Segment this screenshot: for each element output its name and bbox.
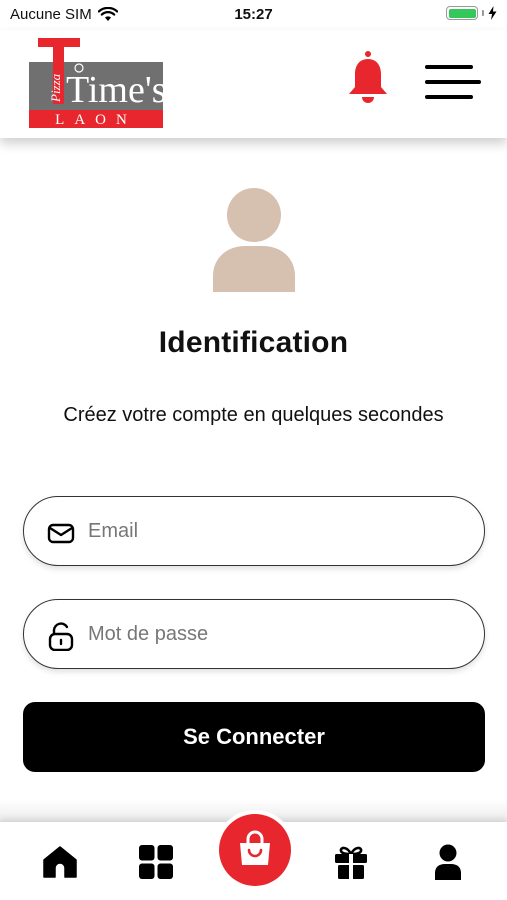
- user-avatar-icon: [213, 188, 295, 292]
- menu-line-middle: [425, 80, 481, 84]
- status-time: 15:27: [234, 6, 273, 23]
- user-icon[interactable]: [430, 844, 466, 880]
- page-subtitle: Créez votre compte en quelques secondes: [63, 404, 444, 426]
- logo-city: LAON: [55, 112, 137, 128]
- bottom-nav: [0, 814, 507, 900]
- hamburger-menu-icon[interactable]: [425, 62, 481, 102]
- email-input[interactable]: [88, 511, 458, 551]
- email-field[interactable]: [23, 496, 485, 566]
- menu-line-bottom: [425, 95, 473, 99]
- logo-brand-small: Pizza: [48, 73, 63, 103]
- battery-tip: [482, 10, 484, 16]
- cart-button[interactable]: [219, 814, 291, 886]
- pizza-times-logo[interactable]: Pizza Time's LAON: [29, 38, 163, 128]
- grid-icon[interactable]: [138, 844, 174, 880]
- page-title: Identification: [158, 326, 349, 359]
- login-button[interactable]: Se Connecter: [23, 702, 485, 772]
- home-icon[interactable]: [42, 844, 78, 880]
- battery-icon: [446, 6, 478, 20]
- password-field[interactable]: [23, 599, 485, 669]
- password-input[interactable]: [88, 614, 458, 654]
- gift-icon[interactable]: [333, 844, 369, 880]
- menu-line-top: [425, 65, 473, 69]
- status-right: [446, 6, 497, 20]
- app-header: Pizza Time's LAON: [0, 30, 507, 138]
- bell-icon[interactable]: [346, 50, 390, 106]
- unlock-icon: [48, 622, 74, 651]
- battery-fill: [448, 8, 476, 18]
- shopping-bag-icon: [240, 830, 270, 865]
- logo-brand-main: Time's: [66, 69, 163, 111]
- envelope-icon: [47, 523, 75, 544]
- bolt-icon: [488, 6, 497, 20]
- status-bar: Aucune SIM 15:27: [0, 0, 507, 30]
